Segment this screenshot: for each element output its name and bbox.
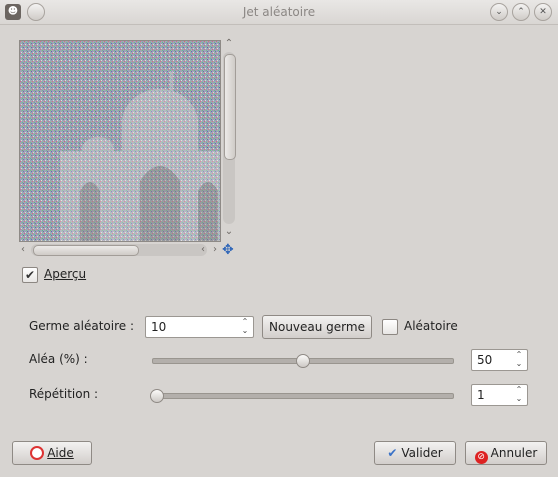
preview-picture — [20, 41, 220, 241]
randomization-value[interactable]: 50 — [477, 353, 492, 367]
preview-vertical-scrollbar[interactable]: ⌃ ⌄ — [222, 38, 236, 240]
repeat-spinbox[interactable]: 1 ⌃ ⌄ — [471, 384, 528, 406]
cancel-icon: ⊘ — [474, 451, 488, 464]
scroll-down-icon[interactable]: ⌄ — [223, 226, 235, 238]
repeat-label: Répétition : — [29, 387, 99, 401]
seed-label: Germe aléatoire : — [29, 319, 135, 333]
maximize-button[interactable]: ⌃ — [512, 3, 530, 21]
repeat-value[interactable]: 1 — [477, 388, 485, 402]
preview-label[interactable]: Aperçu — [44, 267, 86, 281]
horizontal-scroll-thumb[interactable] — [33, 245, 139, 256]
randomization-slider-knob[interactable] — [296, 354, 310, 368]
close-button[interactable]: ✕ — [534, 3, 552, 21]
scroll-up-icon[interactable]: ⌃ — [223, 38, 235, 50]
random-seed-checkbox[interactable] — [382, 319, 398, 335]
randomization-spinbox[interactable]: 50 ⌃ ⌄ — [471, 349, 528, 371]
new-seed-button[interactable]: Nouveau germe — [262, 315, 372, 339]
minimize-icon: ⌄ — [495, 7, 503, 17]
minimize-button[interactable]: ⌄ — [490, 3, 508, 21]
scroll-left-icon-2[interactable]: ‹ — [197, 244, 209, 256]
seed-spinbox[interactable]: 10 ⌃ ⌄ — [145, 316, 254, 338]
preview-checkbox[interactable]: ✔ — [22, 267, 38, 283]
ok-button-label: Valider — [401, 446, 443, 460]
window-title: Jet aléatoire — [242, 5, 316, 19]
help-lifebuoy-icon — [30, 446, 45, 460]
maximize-icon: ⌃ — [517, 7, 525, 17]
help-button-label: Aide — [47, 446, 74, 460]
close-icon: ✕ — [539, 7, 547, 17]
seed-value[interactable]: 10 — [151, 320, 166, 334]
navigate-cross-icon[interactable]: ✥ — [222, 243, 234, 257]
spin-arrows-icon[interactable]: ⌃ ⌄ — [240, 317, 250, 337]
preview-image[interactable] — [19, 40, 221, 242]
scroll-left-icon[interactable]: ‹ — [17, 244, 29, 256]
title-bar: ☻ Jet aléatoire ⌄ ⌃ ✕ — [0, 0, 558, 25]
scroll-right-icon[interactable]: › — [209, 244, 221, 256]
checkmark-icon: ✔ — [24, 268, 36, 282]
random-seed-label[interactable]: Aléatoire — [404, 319, 458, 333]
repeat-slider-knob[interactable] — [150, 389, 164, 403]
vertical-scroll-thumb[interactable] — [224, 54, 236, 160]
randomization-label: Aléa (%) : — [29, 352, 88, 366]
spin-arrows-icon[interactable]: ⌃ ⌄ — [514, 385, 524, 405]
help-button[interactable]: Aide — [12, 441, 92, 465]
repeat-slider-track[interactable] — [152, 393, 454, 399]
checkmark-icon: ✔ — [387, 446, 398, 460]
cancel-button-label: Annuler — [490, 446, 538, 460]
preview-horizontal-scrollbar[interactable]: ‹ ‹ › — [17, 243, 221, 257]
cancel-button[interactable]: ⊘ Annuler — [465, 441, 547, 465]
ok-button[interactable]: ✔ Valider — [374, 441, 456, 465]
spin-arrows-icon[interactable]: ⌃ ⌄ — [514, 350, 524, 370]
